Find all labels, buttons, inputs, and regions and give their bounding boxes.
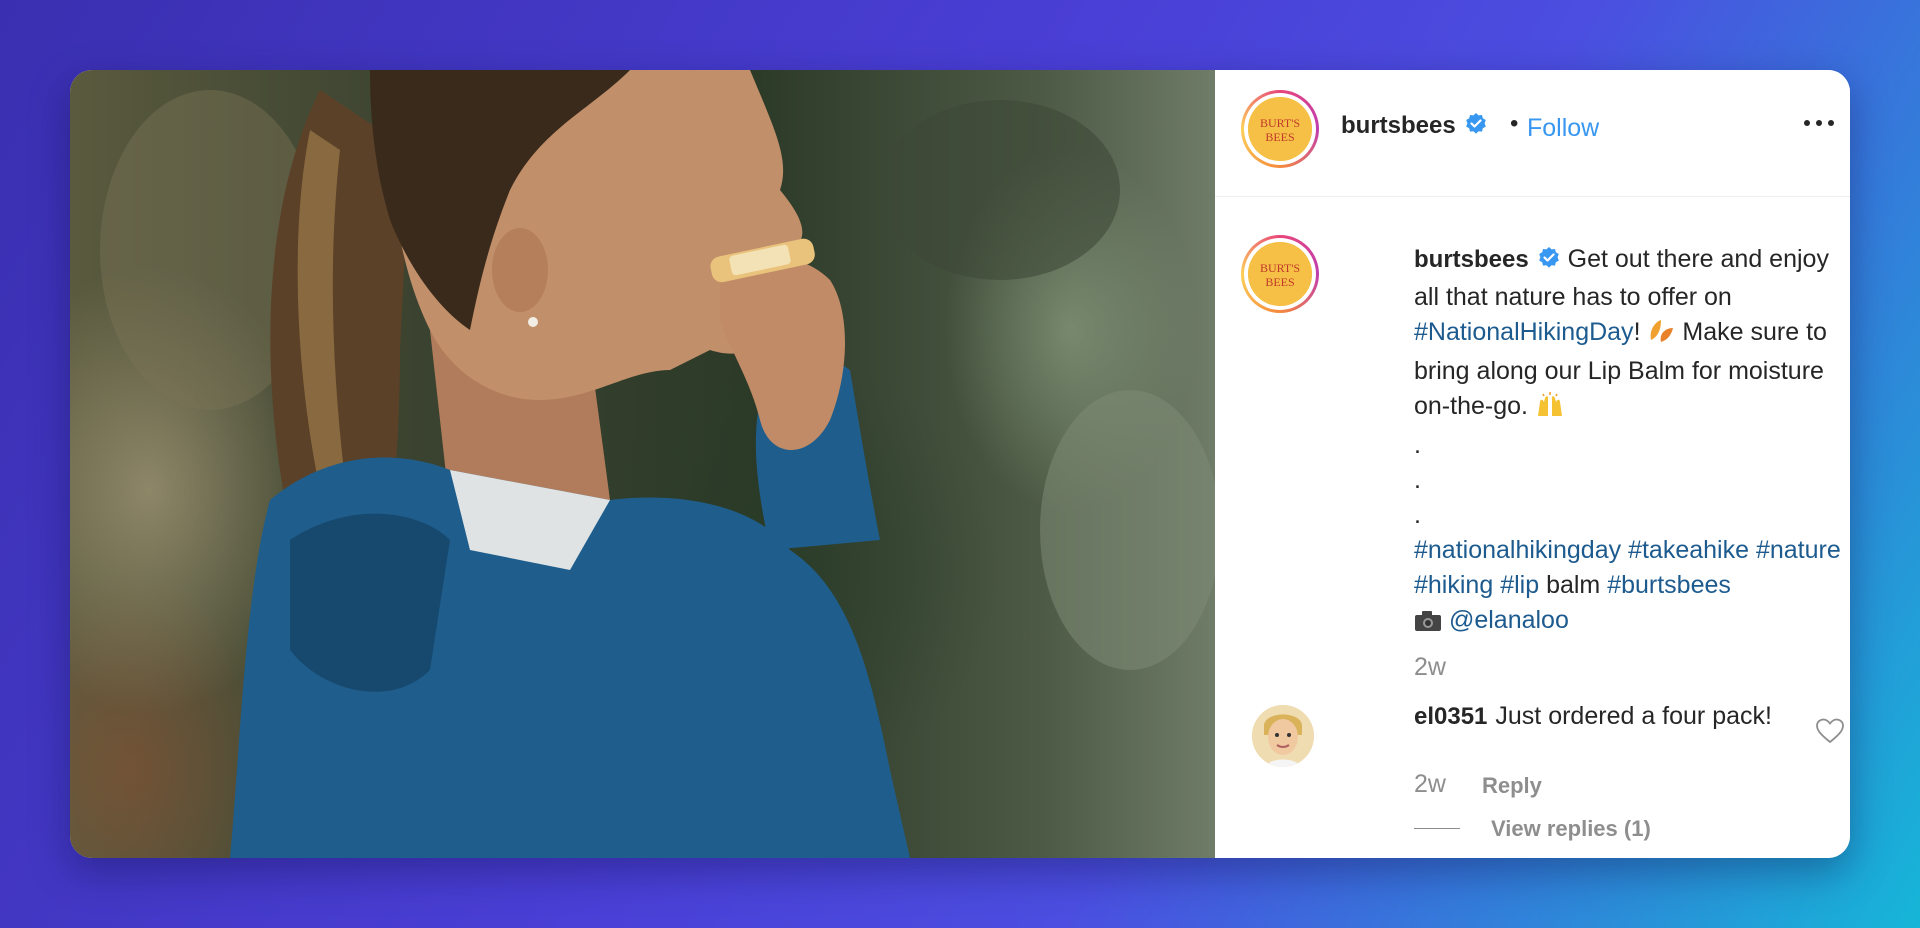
burts-bees-logo-small: BURT'S BEES <box>1248 242 1312 306</box>
verified-badge-icon <box>1537 245 1561 280</box>
caption-exclaim: ! <box>1633 318 1641 346</box>
header-username-wrap[interactable]: burtsbees <box>1341 112 1488 141</box>
caption-hashtags: #nationalhikingday #takeahike #nature #h… <box>1414 533 1844 603</box>
caption-dot-2: . <box>1414 466 1421 494</box>
hashtag-link[interactable]: #burtsbees <box>1607 571 1731 599</box>
follow-button[interactable]: Follow <box>1527 114 1599 143</box>
caption-plain-word: balm <box>1546 571 1601 599</box>
view-replies-button[interactable]: View replies (1) <box>1491 816 1651 842</box>
profile-avatar[interactable]: BURT'S BEES <box>1241 90 1319 168</box>
reply-button[interactable]: Reply <box>1482 773 1542 799</box>
hashtag-link[interactable]: #lip <box>1500 571 1539 599</box>
camera-emoji-icon <box>1414 607 1442 642</box>
logo-text-top: BURT'S <box>1260 116 1300 130</box>
comment: el0351 Just ordered a four pack! <box>1414 702 1772 731</box>
burts-bees-logo: BURT'S BEES <box>1248 97 1312 161</box>
hashtag-link[interactable]: #hiking <box>1414 571 1493 599</box>
leaves-emoji-icon <box>1647 318 1675 354</box>
hashtag-link[interactable]: #nature <box>1756 536 1841 564</box>
comment-username[interactable]: el0351 <box>1414 703 1487 730</box>
logo-text-bottom: BEES <box>1265 130 1294 144</box>
hashtag-link[interactable]: #takeahike <box>1628 536 1749 564</box>
post-caption: burtsbees Get out there and enjoy all th… <box>1414 242 1844 642</box>
mention-link[interactable]: @elanaloo <box>1449 606 1569 634</box>
header-separator: • <box>1510 110 1519 137</box>
caption-username[interactable]: burtsbees <box>1414 246 1529 273</box>
post-photo[interactable] <box>70 70 1215 858</box>
caption-dot-1: . <box>1414 431 1421 459</box>
raising-hands-emoji-icon <box>1535 392 1565 428</box>
post-side-panel: BURT'S BEES burtsbees • Follow BURT'S BE… <box>1215 70 1850 858</box>
verified-badge-icon <box>1464 112 1488 141</box>
like-comment-heart-icon[interactable] <box>1816 718 1844 744</box>
svg-text:BEES: BEES <box>1265 275 1294 289</box>
svg-text:BURT'S: BURT'S <box>1260 261 1300 275</box>
photo-credit: @elanaloo <box>1414 603 1844 642</box>
view-replies-divider <box>1414 828 1460 829</box>
post-card: BURT'S BEES burtsbees • Follow BURT'S BE… <box>70 70 1850 858</box>
caption-avatar[interactable]: BURT'S BEES <box>1241 235 1319 313</box>
commenter-avatar[interactable] <box>1252 705 1314 767</box>
hashtag-link[interactable]: #nationalhikingday <box>1414 536 1621 564</box>
comment-timestamp: 2w <box>1414 770 1446 798</box>
caption-dot-3: . <box>1414 501 1421 529</box>
caption-timestamp: 2w <box>1414 653 1446 681</box>
more-options-icon[interactable] <box>1801 108 1837 138</box>
hashtag-nationalhikingday[interactable]: #NationalHikingDay <box>1414 318 1634 346</box>
header-username[interactable]: burtsbees <box>1341 112 1456 139</box>
comment-text: Just ordered a four pack! <box>1495 702 1772 730</box>
post-header: BURT'S BEES burtsbees • Follow <box>1215 70 1850 197</box>
photo-illustration <box>100 70 1215 858</box>
